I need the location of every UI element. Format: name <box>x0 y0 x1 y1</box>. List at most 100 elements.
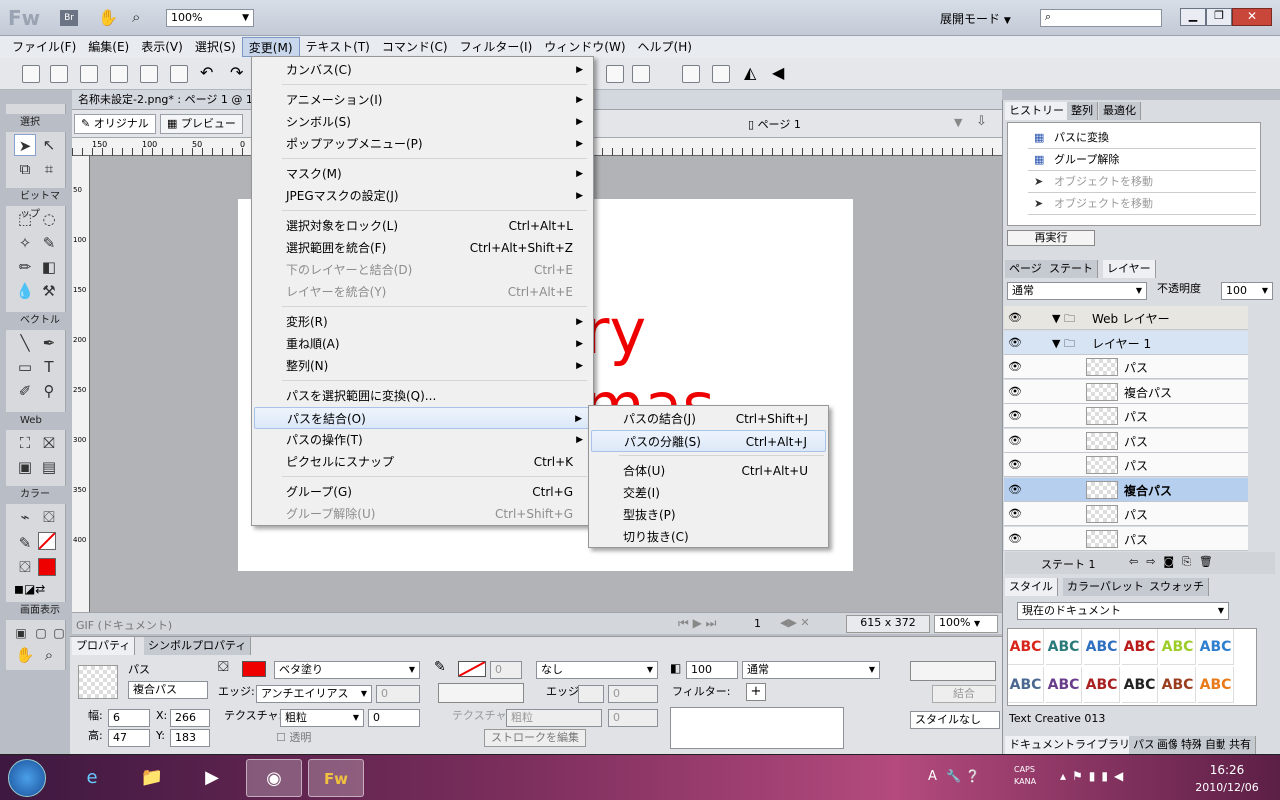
layer-opacity-field[interactable]: 100 ▼ <box>1221 282 1273 300</box>
menu-item[interactable]: JPEGマスクの設定(J) ▶ <box>254 185 591 207</box>
tab-states[interactable]: ステート <box>1045 260 1098 278</box>
layer-blend-select[interactable]: 通常 ▼ <box>1007 282 1147 300</box>
standard-screen-icon[interactable]: ▣ <box>10 622 32 644</box>
preview-view-button[interactable]: ▦ プレビュー <box>160 114 243 134</box>
tab-properties[interactable]: プロパティ <box>72 637 136 655</box>
ungroup-icon[interactable] <box>712 65 730 83</box>
eyedropper-tool-icon[interactable]: ⌁ <box>14 506 36 528</box>
submenu-item[interactable]: 型抜き(P) <box>591 504 826 526</box>
menu-2[interactable]: 表示(V) <box>135 37 189 57</box>
menu-0[interactable]: ファイル(F) <box>6 37 82 57</box>
original-view-button[interactable]: ✎ オリジナル <box>74 114 156 134</box>
menu-item[interactable]: シンボル(S) ▶ <box>254 111 591 133</box>
blend-mode-select[interactable]: 通常 ▼ <box>742 661 880 679</box>
edit-stroke-button[interactable]: ストロークを編集 <box>484 729 586 747</box>
height-field[interactable]: 47 <box>108 729 150 747</box>
flip-vertical-icon[interactable]: ◀ <box>772 63 784 82</box>
menu-7[interactable]: フィルター(I) <box>454 37 539 57</box>
folder-icon[interactable]: ▼ 🗀 <box>1052 310 1075 329</box>
style-swatch[interactable]: ABC <box>1198 667 1234 703</box>
menu-item[interactable]: レイヤーを統合(Y) Ctrl+Alt+E <box>254 281 591 303</box>
workspace-switcher[interactable]: 展開モード ▼ <box>940 10 1011 27</box>
texture-amount[interactable]: 0 <box>368 709 420 727</box>
history-item[interactable]: ➤ オブジェクトを移動 <box>1028 193 1256 215</box>
stroke-texture-amount[interactable]: 0 <box>608 709 658 727</box>
flip-horizontal-icon[interactable]: ◭ <box>744 63 756 82</box>
style-swatch[interactable]: ABC <box>1084 667 1120 703</box>
edge-select[interactable]: アンチエイリアス ▼ <box>256 685 372 703</box>
page-selector[interactable]: ▯ ページ 1 <box>748 116 801 132</box>
hand-tool-icon[interactable]: ✋ <box>14 644 36 666</box>
edge-amount[interactable]: 0 <box>376 685 420 703</box>
print-icon[interactable] <box>170 65 188 83</box>
texture-select[interactable]: 粗粒 ▼ <box>280 709 364 727</box>
paint-bucket-tool-icon[interactable]: ⛋ <box>38 506 60 528</box>
folder-icon[interactable]: ▼ 🗀 <box>1052 335 1075 354</box>
stroke-color-swatch[interactable] <box>38 532 56 550</box>
tab-symbol-properties[interactable]: シンボルプロパティ <box>144 637 252 655</box>
x-field[interactable]: 266 <box>170 709 210 727</box>
menu-8[interactable]: ウィンドウ(W) <box>538 37 631 57</box>
import-icon[interactable] <box>110 65 128 83</box>
layer-row[interactable]: 👁 複合パス <box>1004 379 1248 404</box>
menu-item[interactable]: パスの操作(T) ▶ <box>254 429 591 451</box>
tab-pages[interactable]: ページ <box>1005 260 1047 278</box>
tab-align[interactable]: 整列 <box>1067 102 1098 120</box>
tray-icons[interactable]: ▴⚑▮▮◀ <box>1060 769 1129 783</box>
clock-time[interactable]: 16:26 <box>1182 763 1272 777</box>
layer-row[interactable]: 👁 パス <box>1004 453 1248 477</box>
redo-icon[interactable]: ↷ <box>230 63 243 82</box>
show-slices-icon[interactable]: ▤ <box>38 456 60 478</box>
restore-button[interactable]: ❐ <box>1206 8 1232 26</box>
style-select[interactable]: スタイルなし <box>910 711 1000 729</box>
menu-item[interactable]: 重ね順(A) ▶ <box>254 333 591 355</box>
pen-tool-icon[interactable]: ✒ <box>38 332 60 354</box>
undo-icon[interactable]: ↶ <box>200 63 213 82</box>
eye-icon[interactable]: 👁 <box>1008 311 1022 324</box>
firefox-icon[interactable]: ◉ <box>246 759 302 797</box>
explorer-icon[interactable]: 📁 <box>124 759 180 797</box>
zoom-icon[interactable]: ⌕ <box>132 8 140 26</box>
menu-9[interactable]: ヘルプ(H) <box>632 37 698 57</box>
marquee-tool-icon[interactable]: ⬚ <box>14 208 36 230</box>
add-filter-button[interactable]: + <box>746 683 766 701</box>
tab-library-shared[interactable]: 共有 <box>1225 736 1256 754</box>
menu-item[interactable]: マスク(M) ▶ <box>254 163 591 185</box>
menu-item[interactable]: アニメーション(I) ▶ <box>254 89 591 111</box>
menu-item[interactable]: 選択対象をロック(L) Ctrl+Alt+L <box>254 215 591 237</box>
text-tool-icon[interactable]: T <box>38 356 60 378</box>
fill-color-swatch[interactable] <box>38 558 56 576</box>
align-icon[interactable] <box>632 65 650 83</box>
submenu-item[interactable]: パスの分離(S) Ctrl+Alt+J <box>591 430 826 452</box>
playback-controls[interactable]: ⏮ ▶ ⏭ <box>678 616 716 631</box>
clock-date[interactable]: 2010/12/06 <box>1182 781 1272 794</box>
scale-tool-icon[interactable]: ⧉ <box>14 158 36 180</box>
open-icon[interactable] <box>80 65 98 83</box>
stroke-position-buttons[interactable] <box>438 683 524 703</box>
style-swatch[interactable]: ABC <box>1008 629 1044 665</box>
eye-icon[interactable]: 👁 <box>1008 409 1022 422</box>
blur-tool-icon[interactable]: 💧 <box>14 280 36 302</box>
layer-row[interactable]: 👁 複合パス <box>1004 477 1248 502</box>
new-icon[interactable] <box>22 65 40 83</box>
ime-tool-icons[interactable]: 🔧❔ <box>946 769 984 783</box>
menu-1[interactable]: 編集(E) <box>82 37 135 57</box>
close-button[interactable]: ✕ <box>1232 8 1272 26</box>
menu-6[interactable]: コマンド(C) <box>376 37 454 57</box>
tab-document-library[interactable]: ドキュメントライブラリ <box>1005 736 1135 754</box>
layer-row[interactable]: 👁 パス <box>1004 502 1248 526</box>
layer-action-icons[interactable]: ⇦⇨◙⎘🗑 <box>1129 555 1221 569</box>
knife-tool-icon[interactable]: ⚲ <box>38 380 60 402</box>
menu-4[interactable]: 変更(M) <box>241 37 300 57</box>
path-combine-buttons[interactable] <box>910 661 996 681</box>
crop-tool-icon[interactable]: ⌗ <box>38 158 60 180</box>
stroke-color-swatch[interactable] <box>458 661 486 677</box>
ie-icon[interactable]: e <box>64 759 120 797</box>
eye-icon[interactable]: 👁 <box>1008 360 1022 373</box>
menu-item[interactable]: 下のレイヤーと結合(D) Ctrl+E <box>254 259 591 281</box>
style-swatch[interactable]: ABC <box>1008 667 1044 703</box>
magic-wand-tool-icon[interactable]: ✧ <box>14 232 36 254</box>
style-swatch[interactable]: ABC <box>1160 667 1196 703</box>
hide-slices-icon[interactable]: ▣ <box>14 456 36 478</box>
menu-item[interactable]: パスを選択範囲に変換(Q)... <box>254 385 591 407</box>
